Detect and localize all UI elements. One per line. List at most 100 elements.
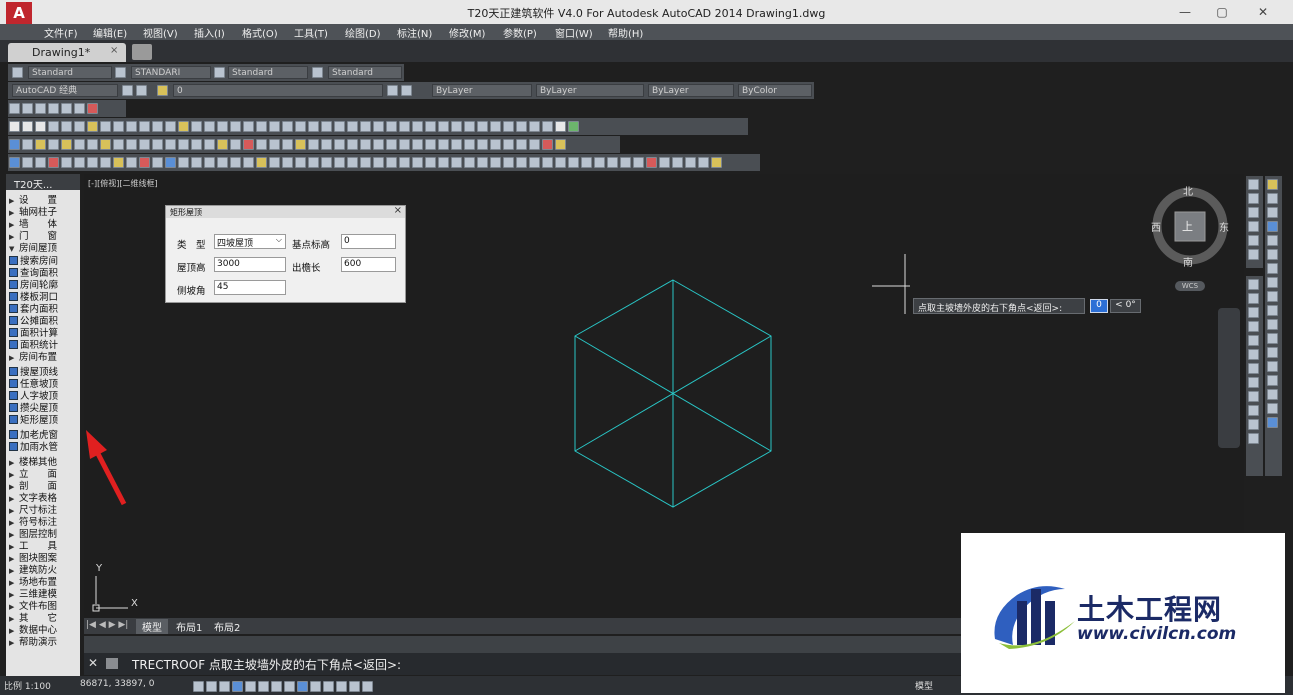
tool-icon[interactable] (217, 139, 228, 150)
tool-icon[interactable] (334, 139, 345, 150)
dynamic-input-value[interactable]: 0 (1090, 299, 1108, 313)
menu-view[interactable]: 视图(V) (143, 25, 178, 40)
add-selected-icon[interactable] (568, 121, 579, 132)
tool-icon[interactable] (698, 157, 709, 168)
t20-menu-item[interactable]: ▶ 立 面 (9, 469, 79, 481)
qp-toggle-icon[interactable] (336, 681, 347, 692)
tool-icon[interactable] (490, 157, 501, 168)
mtext-icon[interactable] (555, 121, 566, 132)
t20-menu-item[interactable]: ▼ 房间屋顶 (9, 243, 79, 255)
menu-edit[interactable]: 编辑(E) (93, 25, 127, 40)
tool-icon[interactable] (1267, 361, 1278, 372)
tool-icon[interactable] (256, 139, 267, 150)
tool-icon[interactable] (1248, 293, 1259, 304)
ducs-toggle-icon[interactable] (284, 681, 295, 692)
insert-block-icon[interactable] (464, 121, 475, 132)
tool-icon[interactable] (126, 157, 137, 168)
t20-menu-item[interactable]: 矩形屋顶 (9, 415, 79, 427)
tool-icon[interactable] (490, 139, 501, 150)
tool-icon[interactable] (516, 157, 527, 168)
paste-icon[interactable] (113, 121, 124, 132)
t20-menu-item[interactable]: ▶ 剖 面 (9, 481, 79, 493)
polar-toggle-icon[interactable] (232, 681, 243, 692)
table-style-dropdown[interactable]: Standard (228, 66, 308, 79)
t20-menu-item[interactable]: 套内面积 (9, 304, 79, 316)
tool-icon[interactable] (1248, 179, 1259, 190)
tool-icon[interactable] (425, 157, 436, 168)
tool-icon[interactable] (165, 139, 176, 150)
table-icon[interactable] (542, 121, 553, 132)
tool-icon[interactable] (360, 139, 371, 150)
tool-icon[interactable] (204, 139, 215, 150)
view-icon[interactable] (9, 103, 20, 114)
command-prompt-icon[interactable] (106, 658, 118, 669)
tool-icon[interactable] (373, 157, 384, 168)
t20-menu-item[interactable]: 搜屋顶线 (9, 367, 79, 379)
t20-menu-item[interactable]: ▶ 轴网柱子 (9, 207, 79, 219)
tab-layout1[interactable]: 布局1 (170, 619, 208, 634)
tpy-toggle-icon[interactable] (323, 681, 334, 692)
tool-icon[interactable] (256, 157, 267, 168)
tool-icon[interactable] (1248, 391, 1259, 402)
tool-icon[interactable] (542, 157, 553, 168)
dim-style-icon[interactable] (115, 67, 126, 78)
tool-icon[interactable] (1248, 405, 1259, 416)
tool-icon[interactable] (685, 157, 696, 168)
t20-menu-item[interactable]: ▶ 工 具 (9, 541, 79, 553)
tool-icon[interactable] (386, 139, 397, 150)
tool-icon[interactable] (399, 139, 410, 150)
make-block-icon[interactable] (477, 121, 488, 132)
tool-icon[interactable] (412, 139, 423, 150)
tool-icon[interactable] (1248, 363, 1259, 374)
tool-icon[interactable] (295, 157, 306, 168)
view-icon[interactable] (22, 103, 33, 114)
tool-icon[interactable] (464, 139, 475, 150)
tool-icon[interactable] (1267, 375, 1278, 386)
tool-icon[interactable] (126, 139, 137, 150)
t20-menu-item[interactable]: 公摊面积 (9, 316, 79, 328)
undo-icon[interactable] (152, 121, 163, 132)
menu-tools[interactable]: 工具(T) (294, 25, 328, 40)
rectangle-icon[interactable] (373, 121, 384, 132)
tool-icon[interactable] (1267, 179, 1278, 190)
tool-icon[interactable] (581, 157, 592, 168)
view-icon[interactable] (74, 103, 85, 114)
region-icon[interactable] (529, 121, 540, 132)
tool-icon[interactable] (438, 157, 449, 168)
tool-icon[interactable] (607, 157, 618, 168)
t20-menu-item[interactable]: ▶ 其 它 (9, 613, 79, 625)
redo-icon[interactable] (165, 121, 176, 132)
t20-menu-item[interactable]: 房间轮廓 (9, 280, 79, 292)
close-button[interactable]: ✕ (1248, 4, 1278, 20)
t20-menu-item[interactable]: ▶ 建筑防火 (9, 565, 79, 577)
roof-type-select[interactable]: 四坡屋顶 ⌵ (214, 234, 286, 249)
tool-icon[interactable] (308, 157, 319, 168)
t20-menu-item[interactable]: ▶ 场地布置 (9, 577, 79, 589)
tool-icon[interactable] (425, 139, 436, 150)
tool-icon[interactable] (412, 157, 423, 168)
tool-icon[interactable] (1248, 249, 1259, 260)
tool-icon[interactable] (1267, 347, 1278, 358)
tool-icon[interactable] (555, 157, 566, 168)
menu-format[interactable]: 格式(O) (242, 25, 278, 40)
layer-state-icon[interactable] (157, 85, 168, 96)
tool-icon[interactable] (243, 157, 254, 168)
tool-icon[interactable] (100, 157, 111, 168)
ellipse-arc-icon[interactable] (451, 121, 462, 132)
tool-icon[interactable] (1267, 235, 1278, 246)
tool-icon[interactable] (22, 139, 33, 150)
tool-icon[interactable] (1267, 249, 1278, 260)
ellipse-icon[interactable] (438, 121, 449, 132)
3dosnap-toggle-icon[interactable] (258, 681, 269, 692)
tool-icon[interactable] (360, 157, 371, 168)
tool-icon[interactable] (9, 139, 20, 150)
t20-menu-item[interactable]: ▶ 数据中心 (9, 625, 79, 637)
tool-icon[interactable] (451, 157, 462, 168)
tool-icon[interactable] (1248, 419, 1259, 430)
viewcube-east[interactable]: 东 (1219, 219, 1229, 234)
tool-icon[interactable] (1267, 305, 1278, 316)
zoom-icon[interactable] (191, 121, 202, 132)
tool-icon[interactable] (1248, 193, 1259, 204)
tool-icon[interactable] (308, 139, 319, 150)
t20-menu-item[interactable]: ▶ 设 置 (9, 195, 79, 207)
